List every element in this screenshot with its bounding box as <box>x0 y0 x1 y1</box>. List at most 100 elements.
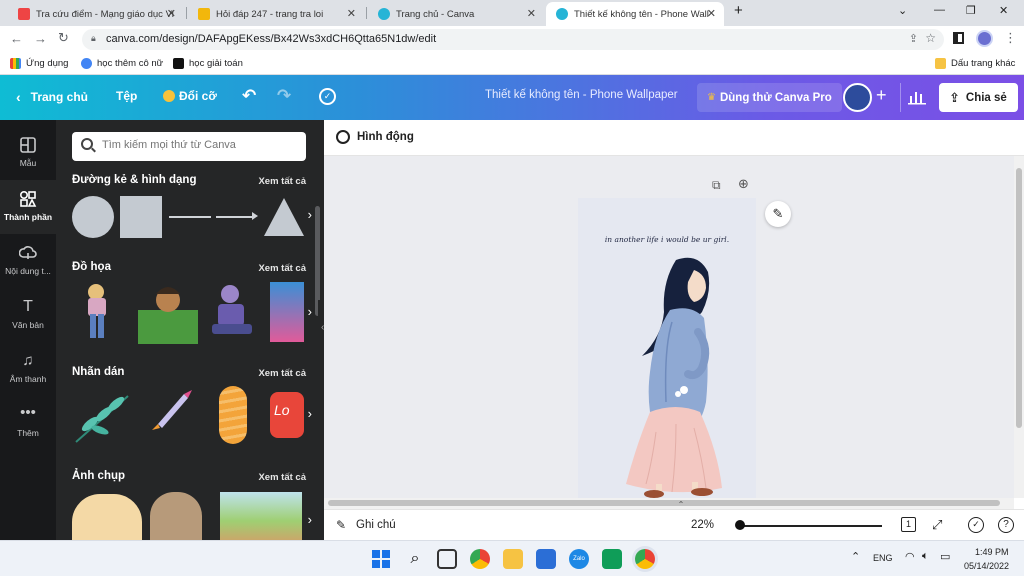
line-shape[interactable] <box>169 216 211 218</box>
rail-item-templates[interactable]: Mẫu <box>0 126 56 180</box>
walking-girl-illustration[interactable] <box>606 252 736 498</box>
tab-search-icon[interactable]: ⌄ <box>898 4 907 17</box>
next-photos-icon[interactable]: › <box>308 512 312 527</box>
see-all-shapes-link[interactable]: Xem tất cả <box>258 176 306 187</box>
photo-figurine[interactable] <box>150 492 202 540</box>
browser-menu-icon[interactable]: ⋮ <box>1004 30 1017 46</box>
tab-thiet-ke-active[interactable]: Thiết kế không tên - Phone Wall ✕ <box>546 2 724 26</box>
rail-item-elements[interactable]: Thành phần <box>0 180 56 234</box>
tab-trang-chu-canva[interactable]: Trang chủ - Canva ✕ <box>368 2 544 26</box>
workspace-horizontal-scrollbar[interactable] <box>324 498 1014 509</box>
maximize-button[interactable]: ❐ <box>966 4 976 17</box>
graphic-man-sitting-illustration[interactable] <box>206 280 260 344</box>
bookmark-apps[interactable]: Ứng dụng <box>10 58 68 69</box>
workspace-vertical-scrollbar[interactable] <box>1014 156 1024 498</box>
animate-button[interactable]: Hình động <box>357 131 414 143</box>
side-panel-icon[interactable] <box>953 32 964 44</box>
undo-icon[interactable]: ↶ <box>242 86 256 106</box>
square-shape[interactable] <box>120 196 162 238</box>
graphic-building-illustration[interactable] <box>270 282 304 342</box>
wifi-icon[interactable]: ◠ <box>905 550 915 563</box>
sticker-leaf-branch[interactable] <box>72 390 132 446</box>
help-icon[interactable]: ? <box>998 517 1014 533</box>
graphic-girl-illustration[interactable] <box>76 280 122 344</box>
volume-icon[interactable]: 🔈︎ <box>922 550 929 563</box>
address-bar[interactable]: 🔒︎ canva.com/design/DAFApgEKess/Bx42Ws3x… <box>82 29 944 50</box>
see-all-graphics-link[interactable]: Xem tất cả <box>258 263 306 274</box>
close-tab-icon[interactable]: ✕ <box>527 7 536 20</box>
zalo-icon[interactable]: Zalo <box>569 549 589 569</box>
task-view-icon[interactable] <box>437 549 457 569</box>
photo-landscape[interactable] <box>220 492 302 540</box>
circle-shape[interactable] <box>72 196 114 238</box>
battery-icon[interactable]: ▭ <box>940 550 950 563</box>
see-all-stickers-link[interactable]: Xem tất cả <box>258 368 306 379</box>
see-all-photos-link[interactable]: Xem tất cả <box>258 472 306 483</box>
design-page[interactable]: in another life i would be ur girl. <box>578 198 756 498</box>
next-shapes-icon[interactable]: › <box>308 207 312 222</box>
search-input[interactable] <box>102 139 292 151</box>
zoom-slider-knob[interactable] <box>734 520 745 530</box>
input-language[interactable]: ENG <box>873 553 893 563</box>
system-tray-chevron-icon[interactable]: ⌃ <box>851 550 860 563</box>
tab-hoi-dap-247[interactable]: Hỏi đáp 247 - trang tra loi ✕ <box>188 2 364 26</box>
fullscreen-icon[interactable]: ⤢ <box>932 517 942 533</box>
sticker-rocket[interactable] <box>150 388 194 432</box>
rail-item-text[interactable]: T Văn bản <box>0 288 56 342</box>
add-page-icon[interactable]: ⊕ <box>738 176 749 192</box>
bookmark-star-icon[interactable]: ☆ <box>925 31 936 45</box>
back-icon[interactable]: ← <box>10 31 23 46</box>
file-explorer-icon[interactable] <box>503 549 523 569</box>
graphic-boy-illustration[interactable] <box>138 280 198 344</box>
home-button[interactable]: ‹ Trang chủ <box>16 89 88 105</box>
rail-item-more[interactable]: ••• Thêm <box>0 396 56 450</box>
minimize-button[interactable]: — <box>934 4 945 16</box>
try-pro-button[interactable]: ♛ Dùng thử Canva Pro <box>697 83 842 112</box>
other-bookmarks[interactable]: Dấu trang khác <box>935 58 1015 69</box>
check-icon[interactable]: ✓ <box>968 517 984 533</box>
close-tab-icon[interactable]: ✕ <box>167 7 176 20</box>
share-button[interactable]: ⇪ Chia sẻ <box>939 83 1018 112</box>
cloud-saved-icon[interactable]: ✓ <box>319 88 336 105</box>
google-meet-icon[interactable] <box>602 549 622 569</box>
forward-icon[interactable]: → <box>34 31 47 46</box>
close-tab-icon[interactable]: ✕ <box>707 7 716 20</box>
bookmark-hoc-giai-toan[interactable]: học giải toán <box>173 58 243 69</box>
duplicate-page-icon[interactable]: ⧉ <box>712 178 721 193</box>
design-title[interactable]: Thiết kế không tên - Phone Wallpaper <box>485 89 678 101</box>
search-icon[interactable]: ⌕ <box>405 549 425 569</box>
next-graphics-icon[interactable]: › <box>308 304 312 319</box>
add-collaborator-icon[interactable]: + <box>876 85 887 106</box>
insights-chart-icon[interactable] <box>908 89 926 105</box>
user-avatar[interactable] <box>843 83 872 112</box>
microsoft-store-icon[interactable] <box>536 549 556 569</box>
chrome-icon[interactable] <box>470 549 490 569</box>
triangle-shape[interactable] <box>263 196 305 238</box>
clock-date[interactable]: 05/14/2022 <box>964 561 1009 571</box>
share-page-icon[interactable]: ⇪ <box>909 32 918 45</box>
chrome-active-icon[interactable] <box>635 549 655 569</box>
clock-time[interactable]: 1:49 PM <box>975 547 1009 557</box>
tab-tra-cuu-diem[interactable]: Tra cứu điểm - Mạng giáo dục Vi ✕ <box>8 2 184 26</box>
arrow-line-shape[interactable] <box>216 216 254 218</box>
search-box[interactable] <box>72 132 306 161</box>
sticker-orange-shape[interactable] <box>219 386 247 444</box>
zoom-percent[interactable]: 22% <box>691 519 714 531</box>
rail-item-uploads[interactable]: Nội dung t... <box>0 234 56 288</box>
page-count-button[interactable]: 1 <box>901 517 916 532</box>
close-tab-icon[interactable]: ✕ <box>347 7 356 20</box>
rail-item-audio[interactable]: ♫ Âm thanh <box>0 342 56 396</box>
zoom-slider-track[interactable] <box>736 525 882 527</box>
file-menu-button[interactable]: Tệp <box>116 89 137 103</box>
redo-icon[interactable]: ↷ <box>277 86 291 106</box>
new-tab-button[interactable]: + <box>734 2 743 19</box>
close-window-button[interactable]: ✕ <box>999 4 1008 17</box>
sticker-love-red[interactable]: Lo <box>270 392 304 438</box>
bookmark-hoc-them[interactable]: học thêm cô nữ <box>81 58 163 69</box>
profile-avatar[interactable] <box>976 30 993 47</box>
comment-add-button[interactable]: ✎ <box>765 201 791 227</box>
reload-icon[interactable]: ↻ <box>58 30 69 46</box>
notes-button[interactable]: Ghi chú <box>356 519 396 531</box>
resize-button[interactable]: Đổi cỡ <box>163 89 217 103</box>
next-stickers-icon[interactable]: › <box>308 406 312 421</box>
